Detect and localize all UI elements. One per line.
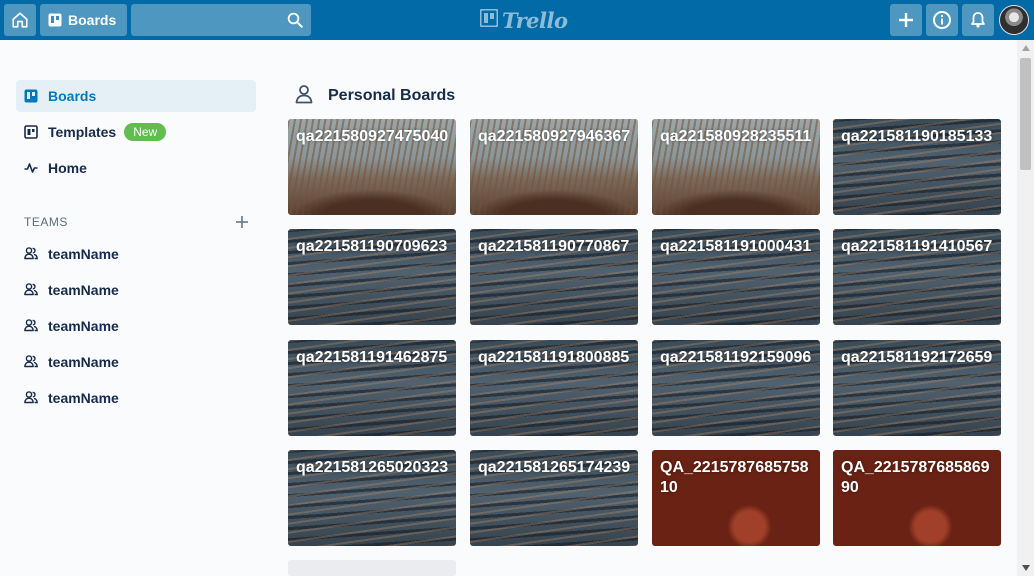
- board-title: qa221580928235511: [660, 128, 812, 145]
- search-input[interactable]: [131, 4, 311, 36]
- info-button[interactable]: [926, 4, 958, 36]
- sidebar-item-home[interactable]: Home: [16, 152, 256, 184]
- board-tile[interactable]: qa221581191410567: [833, 229, 1001, 325]
- team-icon: [24, 246, 38, 263]
- board-title: qa221581265020323: [296, 459, 449, 476]
- info-icon: [932, 10, 952, 30]
- user-avatar[interactable]: [999, 5, 1029, 35]
- trello-logo-text: Trello: [502, 7, 568, 33]
- sidebar: Boards Templates New Home TEAMS teamName…: [16, 80, 256, 414]
- sidebar-item-label: teamName: [48, 318, 119, 334]
- sidebar-item-label: Templates: [48, 124, 117, 140]
- board-title: qa221581190709623: [296, 238, 448, 255]
- page-scrollbar[interactable]: [1017, 40, 1034, 576]
- board-tile[interactable]: qa221581190770867: [470, 229, 638, 325]
- section-title: Personal Boards: [328, 87, 456, 104]
- teams-header: TEAMS: [16, 210, 256, 234]
- create-button[interactable]: [890, 4, 922, 36]
- board-title: qa221581192159096: [660, 349, 812, 366]
- board-tile[interactable]: qa221581190185133: [833, 119, 1001, 215]
- board-title: qa221581191410567: [841, 238, 993, 255]
- teams-title: TEAMS: [24, 215, 68, 229]
- board-tile[interactable]: qa221581265174239: [470, 450, 638, 546]
- sidebar-item-label: teamName: [48, 354, 119, 370]
- board-title: qa221581190770867: [478, 238, 630, 255]
- boards-icon: [24, 89, 38, 103]
- section-header: Personal Boards: [288, 80, 1008, 112]
- search-box: [131, 4, 311, 36]
- board-tile[interactable]: qa221581192172659: [833, 340, 1001, 436]
- team-icon: [24, 282, 38, 299]
- top-nav-bar: Boards Trello: [0, 0, 1034, 40]
- board-title: qa221581191462875: [296, 349, 448, 366]
- team-icon: [24, 318, 38, 335]
- board-tile[interactable]: qa221581191462875: [288, 340, 456, 436]
- trello-logo-icon: [479, 8, 499, 32]
- board-tile[interactable]: qa221581265020323: [288, 450, 456, 546]
- create-board-tile[interactable]: [288, 560, 456, 576]
- notifications-button[interactable]: [962, 4, 994, 36]
- bell-icon: [969, 11, 987, 29]
- sidebar-item-label: Home: [48, 160, 87, 176]
- home-icon: [11, 11, 29, 29]
- board-title: QA_221578768586990: [841, 459, 990, 496]
- plus-icon: [897, 11, 915, 29]
- board-tile[interactable]: qa221581191000431: [652, 229, 820, 325]
- boards-section: Personal Boards qa221580927475040 qa2215…: [288, 80, 1008, 576]
- sidebar-item-label: Boards: [48, 88, 97, 104]
- board-tile[interactable]: qa221581192159096: [652, 340, 820, 436]
- templates-icon: [24, 125, 38, 139]
- board-tile[interactable]: qa221581191800885: [470, 340, 638, 436]
- board-tile[interactable]: QA_221578768575810: [652, 450, 820, 546]
- person-icon: [294, 84, 314, 109]
- board-tile[interactable]: QA_221578768586990: [833, 450, 1001, 546]
- new-badge: New: [124, 123, 167, 141]
- boards-button-label: Boards: [68, 12, 117, 28]
- boards-icon: [48, 13, 62, 27]
- sidebar-item-team[interactable]: teamName: [16, 310, 256, 342]
- sidebar-item-team[interactable]: teamName: [16, 274, 256, 306]
- trello-logo[interactable]: Trello: [479, 7, 568, 33]
- board-title: qa221581192172659: [841, 349, 993, 366]
- scroll-up-icon[interactable]: [1017, 40, 1034, 56]
- board-tile[interactable]: qa221580927946367: [470, 119, 638, 215]
- board-tile[interactable]: qa221581190709623: [288, 229, 456, 325]
- board-title: qa221580927475040: [296, 128, 449, 145]
- board-title: QA_221578768575810: [660, 459, 809, 496]
- scroll-down-icon[interactable]: [1017, 560, 1034, 576]
- team-icon: [24, 354, 38, 371]
- boards-button[interactable]: Boards: [40, 4, 127, 36]
- search-icon[interactable]: [286, 11, 304, 34]
- sidebar-item-label: teamName: [48, 246, 119, 262]
- team-icon: [24, 390, 38, 407]
- board-tile[interactable]: qa221580927475040: [288, 119, 456, 215]
- sidebar-item-label: teamName: [48, 282, 119, 298]
- sidebar-item-label: teamName: [48, 390, 119, 406]
- sidebar-item-team[interactable]: teamName: [16, 382, 256, 414]
- board-title: qa221581265174239: [478, 459, 631, 476]
- sidebar-item-team[interactable]: teamName: [16, 346, 256, 378]
- sidebar-item-boards[interactable]: Boards: [16, 80, 256, 112]
- sidebar-item-team[interactable]: teamName: [16, 238, 256, 270]
- activity-icon: [24, 161, 38, 175]
- scrollbar-thumb[interactable]: [1020, 58, 1031, 170]
- board-title: qa221581191800885: [478, 349, 630, 366]
- add-team-icon[interactable]: [234, 214, 250, 230]
- home-button[interactable]: [4, 4, 36, 36]
- board-title: qa221580927946367: [478, 128, 631, 145]
- board-title: qa221581191000431: [660, 238, 812, 255]
- board-title: qa221581190185133: [841, 128, 993, 145]
- board-tile[interactable]: qa221580928235511: [652, 119, 820, 215]
- sidebar-item-templates[interactable]: Templates New: [16, 116, 256, 148]
